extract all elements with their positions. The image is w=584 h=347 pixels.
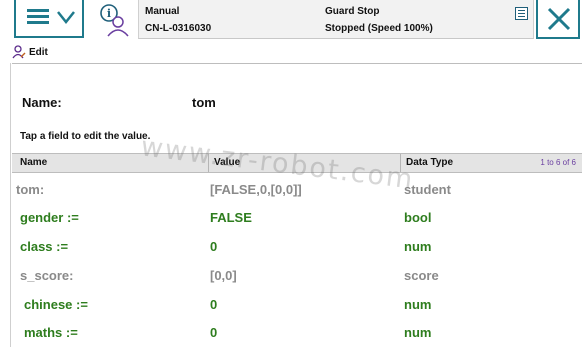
content-left-border <box>10 63 11 347</box>
row-name: s_score: <box>20 268 74 283</box>
hamburger-menu-icon <box>27 9 49 25</box>
table-row[interactable]: maths := 0 num <box>12 318 582 347</box>
main-menu-button[interactable] <box>14 0 84 38</box>
speed-state: Stopped (Speed 100%) <box>325 23 433 34</box>
row-value: [0,0] <box>210 268 237 283</box>
menu-divider <box>12 63 582 64</box>
row-data-type: score <box>404 268 439 283</box>
status-panel[interactable]: Manual CN-L-0316030 Guard Stop Stopped (… <box>138 0 534 39</box>
edit-menu[interactable]: Edit <box>12 44 48 60</box>
operating-mode: Manual <box>145 6 180 17</box>
column-header-name[interactable]: Name <box>20 154 47 172</box>
edit-user-icon <box>12 45 26 59</box>
column-header-value[interactable]: Value <box>214 154 240 172</box>
row-value: 0 <box>210 297 218 312</box>
table-row[interactable]: tom: [FALSE,0,[0,0]] student <box>12 175 582 204</box>
table-row[interactable]: gender := FALSE bool <box>12 203 582 232</box>
row-data-type: student <box>404 182 451 197</box>
row-data-type: num <box>404 239 432 254</box>
column-header-data-type[interactable]: Data Type <box>406 154 453 172</box>
edit-hint: Tap a field to edit the value. <box>20 131 151 142</box>
svg-text:i: i <box>107 7 111 20</box>
top-bar: i Manual CN-L-0316030 Guard Stop Stopped… <box>0 0 584 41</box>
row-value: 0 <box>210 239 218 254</box>
edit-menu-label: Edit <box>29 46 48 58</box>
pager-count: 1 to 6 of 6 <box>540 158 576 167</box>
column-separator <box>208 154 209 172</box>
chevron-down-icon <box>57 11 75 25</box>
row-data-type: num <box>404 325 432 340</box>
row-value: FALSE <box>210 210 252 225</box>
user-info-icon[interactable]: i <box>96 2 132 38</box>
controller-name: CN-L-0316030 <box>145 23 212 34</box>
row-name: gender := <box>20 210 79 225</box>
row-name: class := <box>20 239 69 254</box>
close-icon <box>547 7 571 31</box>
record-name-label: Name: <box>22 95 62 110</box>
program-window-icon[interactable] <box>515 7 528 20</box>
column-separator <box>400 154 401 172</box>
table-header: Name Value Data Type 1 to 6 of 6 <box>12 153 582 173</box>
row-value: 0 <box>210 325 218 340</box>
table-row[interactable]: class := 0 num <box>12 232 582 261</box>
row-value: [FALSE,0,[0,0]] <box>210 182 302 197</box>
guard-state: Guard Stop <box>325 6 380 17</box>
row-data-type: bool <box>404 210 432 225</box>
record-name-value: tom <box>192 95 216 110</box>
row-name: chinese := <box>24 297 88 312</box>
close-button[interactable] <box>536 0 580 39</box>
row-data-type: num <box>404 297 432 312</box>
row-name: maths := <box>24 325 78 340</box>
table-row[interactable]: s_score: [0,0] score <box>12 261 582 290</box>
table-row[interactable]: chinese := 0 num <box>12 290 582 319</box>
row-name: tom: <box>16 182 45 197</box>
